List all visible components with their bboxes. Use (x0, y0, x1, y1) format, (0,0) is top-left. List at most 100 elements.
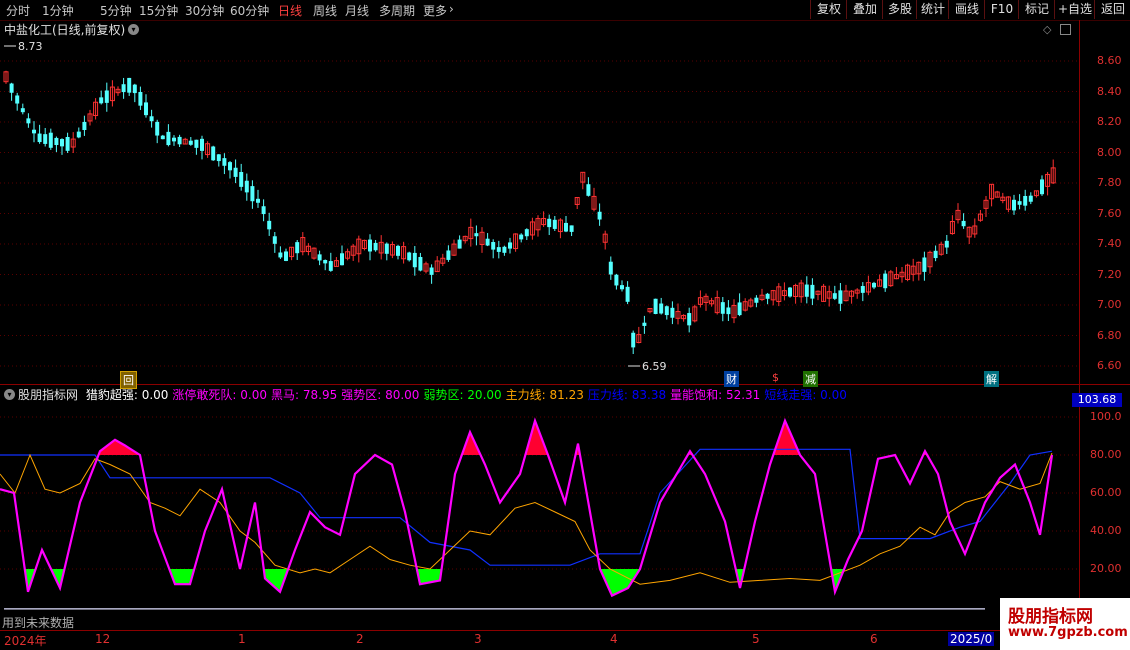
period-tab-multi[interactable]: 多周期 (379, 2, 415, 19)
overlay-button[interactable]: 叠加 (846, 0, 883, 19)
candle-body (216, 154, 221, 162)
legend-item: 短线走强: 0.00 (764, 388, 847, 402)
mark-button[interactable]: 标记 (1018, 0, 1055, 19)
legend-item: 涨停敢死队: 0.00 (172, 388, 267, 402)
candle-body (54, 137, 59, 146)
period-tab-60min[interactable]: 60分钟 (230, 2, 269, 19)
candle-body (284, 251, 288, 261)
date-label: 6 (870, 632, 878, 646)
candle-body (32, 129, 36, 134)
marker-jie[interactable]: 解 (984, 371, 999, 387)
candle-body (933, 250, 938, 259)
candle-body (82, 121, 87, 131)
candle-body (961, 220, 966, 227)
date-label: 12 (95, 632, 111, 646)
candle-body (429, 267, 434, 275)
candle-body (552, 219, 557, 229)
future-data-note: 用到未来数据 (2, 616, 75, 630)
candle-body (687, 313, 692, 326)
candle-body (328, 261, 333, 271)
maximize-icon[interactable] (1060, 24, 1071, 35)
candle-body (754, 297, 759, 303)
toolbar: 分时 1分钟 5分钟 15分钟 30分钟 60分钟 日线 周线 月线 多周期 更… (0, 0, 1130, 21)
oscillator-line (0, 417, 1054, 598)
legend-item: 强势区: 80.00 (341, 388, 420, 402)
candle-body (883, 273, 888, 289)
marker-jian[interactable]: 减 (803, 371, 818, 387)
candle-body (188, 140, 193, 145)
period-tab-fenshi[interactable]: 分时 (6, 2, 30, 19)
candle-body (631, 332, 636, 348)
legend-item: 黑马: 78.95 (271, 388, 338, 402)
candle-body (177, 136, 182, 145)
candle-body (838, 290, 843, 304)
candle-body (608, 261, 613, 275)
candle-body (620, 285, 624, 290)
back-button[interactable]: 返回 (1094, 0, 1130, 19)
candle-body (810, 284, 815, 299)
candle-body (496, 247, 501, 252)
candle-body (832, 293, 837, 299)
candle-body (127, 77, 132, 93)
price-tick-label: 8.00 (1097, 145, 1122, 159)
period-tab-15min[interactable]: 15分钟 (139, 2, 178, 19)
candle-body (256, 198, 260, 203)
legend-item: 弱势区: 20.00 (423, 388, 502, 402)
price-tick-label: 7.40 (1097, 237, 1122, 250)
add-watchlist-button[interactable]: +自选 (1054, 0, 1095, 19)
candle-body (788, 287, 792, 297)
f10-button[interactable]: F10 (984, 0, 1019, 19)
candlestick-chart[interactable]: 8.73 6.59 (0, 38, 1079, 384)
stats-button[interactable]: 统计 (916, 0, 949, 19)
indicator-tick-label: 40.00 (1090, 524, 1122, 537)
candle-body (659, 303, 664, 314)
candle-body (172, 137, 176, 142)
period-tab-30min[interactable]: 30分钟 (185, 2, 224, 19)
indicator-chart[interactable] (0, 404, 1079, 630)
marker-dollar[interactable]: $ (770, 371, 781, 384)
candle-body (765, 293, 770, 299)
period-tab-5min[interactable]: 5分钟 (100, 2, 132, 19)
candle-body (48, 132, 53, 148)
date-axis: 2024年 12 1 2 3 4 5 6 2025/0 (0, 630, 1080, 648)
current-value-badge: 103.68 (1072, 393, 1122, 407)
candle-body (43, 134, 48, 144)
chevron-down-icon[interactable]: ▾ (4, 389, 15, 400)
legend-item: 主力线: 81.23 (505, 388, 584, 402)
pane-divider (0, 384, 1130, 385)
period-tab-monthly[interactable]: 月线 (345, 2, 369, 19)
multi-stock-button[interactable]: 多股 (882, 0, 917, 19)
candle-body (1023, 196, 1028, 206)
candle-body (664, 306, 669, 316)
candle-body (1040, 179, 1044, 195)
candle-body (1012, 199, 1016, 211)
chevron-down-icon[interactable]: ▾ (128, 24, 139, 35)
candle-body (653, 298, 658, 314)
candle-body (474, 233, 479, 237)
draw-line-button[interactable]: 画线 (948, 0, 985, 19)
period-tab-weekly[interactable]: 周线 (313, 2, 337, 19)
period-tab-1min[interactable]: 1分钟 (42, 2, 74, 19)
date-label: 2 (356, 632, 364, 646)
weak-zone-fill (0, 569, 1052, 596)
fuquan-button[interactable]: 复权 (810, 0, 847, 19)
candle-body (211, 146, 216, 161)
candle-body (720, 302, 725, 314)
chevron-right-icon[interactable]: › (449, 2, 454, 16)
candle-body (569, 225, 574, 232)
candle-body (132, 84, 137, 94)
period-tab-daily[interactable]: 日线 (278, 2, 302, 19)
candle-body (121, 84, 126, 93)
period-tab-more[interactable]: 更多 (423, 2, 447, 19)
candle-body (104, 90, 109, 103)
diamond-icon[interactable]: ◇ (1043, 23, 1051, 36)
candle-body (239, 172, 244, 187)
pressure-line (0, 448, 1053, 566)
date-label: 5 (752, 632, 760, 646)
candle-body (396, 245, 400, 256)
candle-body (597, 211, 602, 220)
candle-body (524, 229, 529, 237)
marker-cai[interactable]: 财 (724, 371, 739, 387)
candle-body (149, 116, 154, 122)
price-tick-label: 7.60 (1097, 206, 1122, 220)
